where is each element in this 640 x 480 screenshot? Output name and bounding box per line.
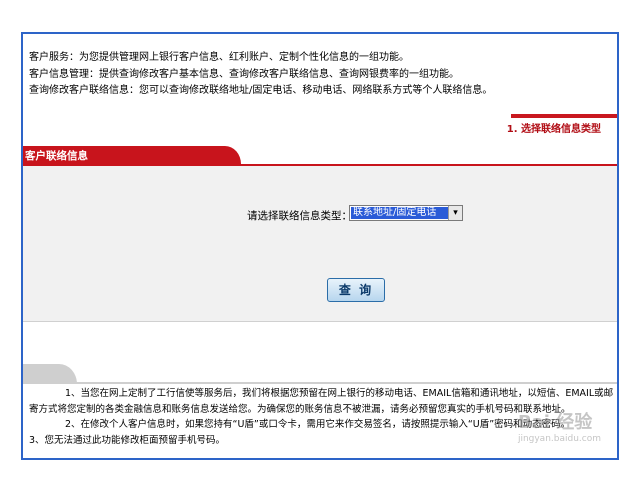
watermark-text: Bai 经验 [517,412,593,433]
main-frame: 客户服务：为您提供管理网上银行客户信息、红利账户、定制个性化信息的一组功能。 客… [21,32,619,460]
intro-text: 客户服务：为您提供管理网上银行客户信息、红利账户、定制个性化信息的一组功能。 客… [29,50,614,100]
contact-type-selected-value: 联系地址/固定电话 [351,207,448,219]
notes-tab [23,364,77,384]
section-tab-bar: 客户联络信息 [23,146,617,166]
intro-line-contact-info: 查询修改客户联络信息：您可以查询修改联络地址/固定电话、移动电话、网络联系方式等… [29,85,493,96]
tab-contact-info: 客户联络信息 [23,146,241,166]
intro-line-customer-service: 客户服务：为您提供管理网上银行客户信息、红利账户、定制个性化信息的一组功能。 [29,52,409,63]
watermark-url: jingyan.baidu.com [517,434,601,444]
step-label: 1. 选择联络信息类型 [506,124,601,135]
contact-type-select[interactable]: 联系地址/固定电话 ▾ [349,205,463,221]
form-panel: 请选择联络信息类型： 联系地址/固定电话 ▾ 查 询 [23,166,617,322]
query-button[interactable]: 查 询 [327,278,385,302]
chevron-down-icon[interactable]: ▾ [448,206,462,220]
notes-divider [23,382,617,384]
baidu-watermark: Bai 经验 jingyan.baidu.com [518,408,601,444]
intro-line-info-management: 客户信息管理：提供查询修改客户基本信息、查询修改客户联络信息、查询网银费率的一组… [29,68,459,80]
contact-type-label: 请选择联络信息类型： [247,210,352,222]
step-indicator-bar [511,114,617,118]
